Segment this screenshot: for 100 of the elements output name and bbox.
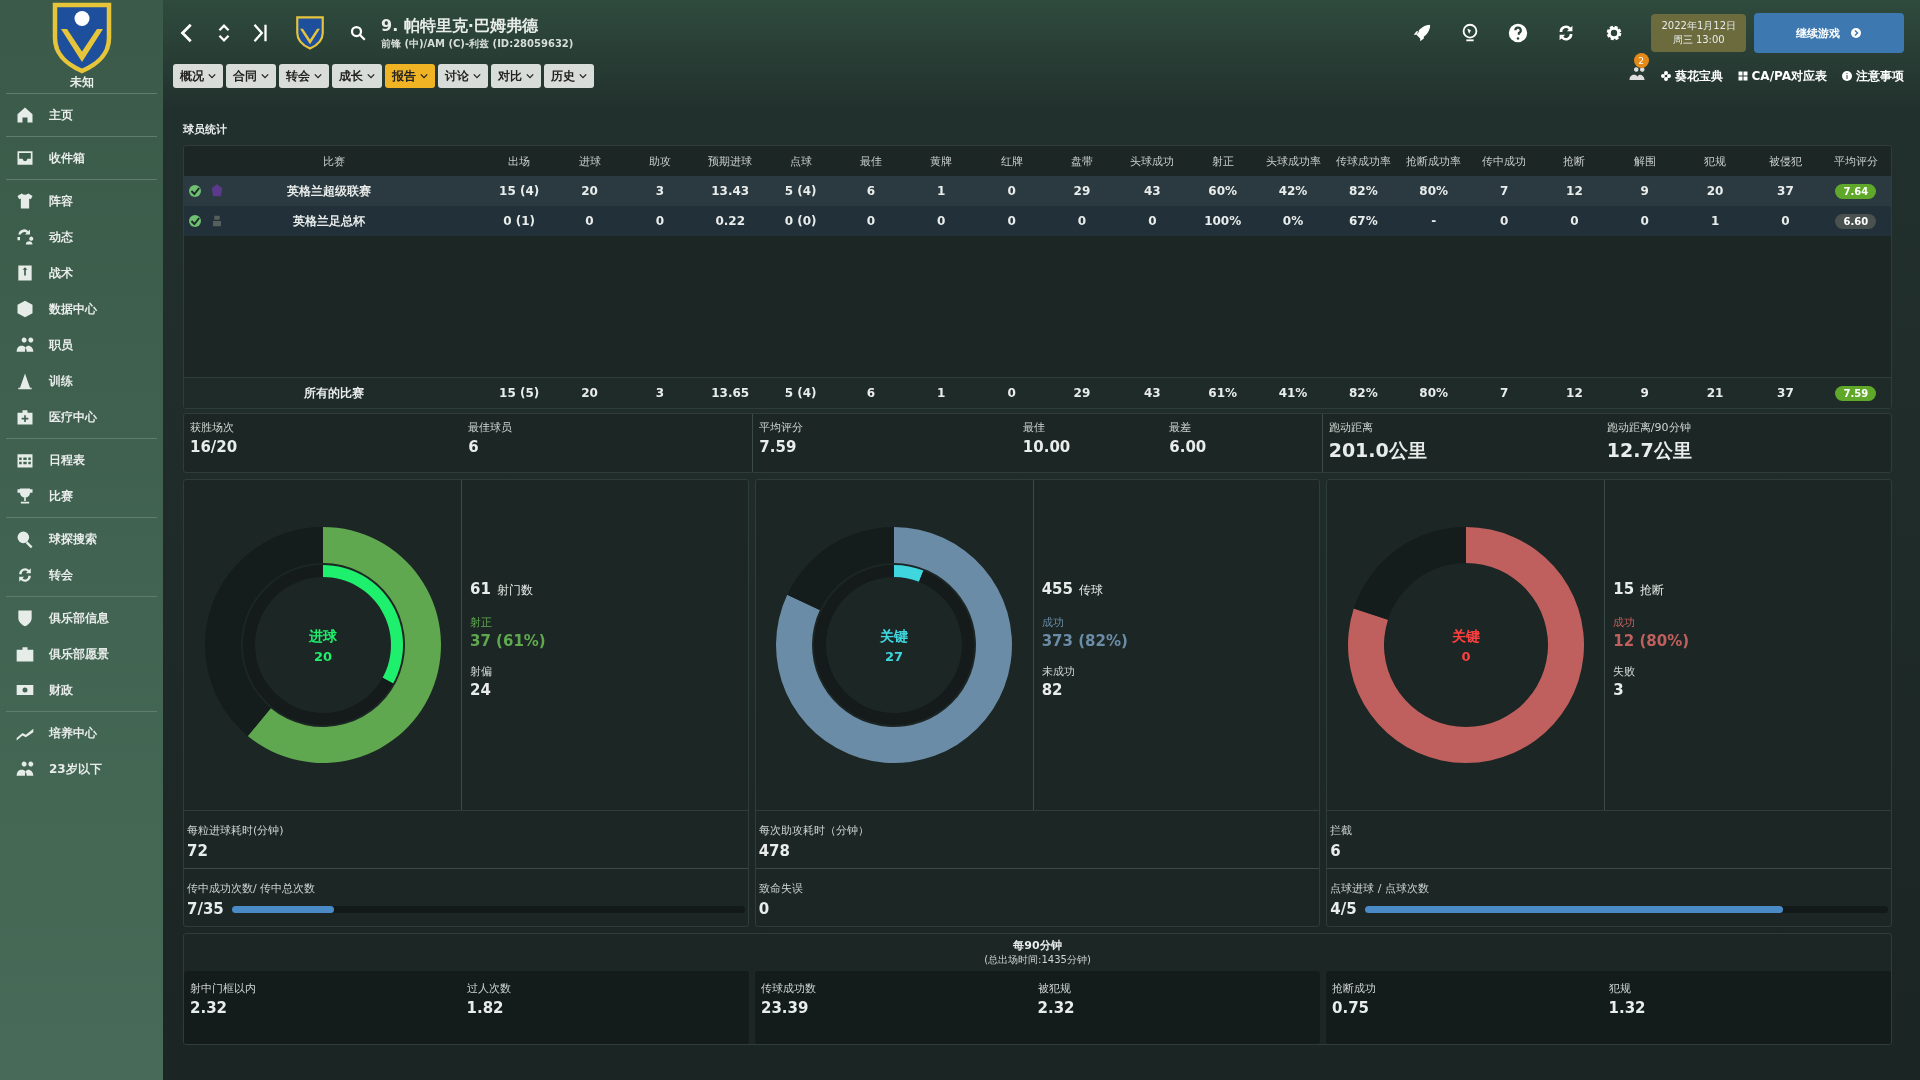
caret-icon bbox=[261, 73, 269, 79]
tab[interactable]: 成长 bbox=[332, 64, 382, 88]
table-cell-text: 3 bbox=[654, 386, 666, 400]
tab[interactable]: 讨论 bbox=[438, 64, 488, 88]
donut-value: 27 bbox=[885, 649, 904, 664]
tab[interactable]: 概况 bbox=[173, 64, 223, 88]
stat-value: 23.39 bbox=[761, 999, 810, 1017]
column-header[interactable]: 被侵犯 bbox=[1750, 153, 1821, 169]
tab[interactable]: 对比 bbox=[491, 64, 541, 88]
table-cell-text: 1 bbox=[1709, 214, 1721, 228]
header-link[interactable]: CA/PA对应表 bbox=[1736, 67, 1827, 85]
column-header[interactable]: 传球成功率 bbox=[1328, 153, 1399, 169]
table-cell-text: - bbox=[1430, 214, 1438, 228]
table-cell-text: 0% bbox=[1281, 214, 1305, 228]
column-header[interactable]: 助攻 bbox=[624, 153, 696, 169]
tab[interactable]: 历史 bbox=[544, 64, 594, 88]
column-header[interactable]: 抢断 bbox=[1539, 153, 1610, 169]
column-header[interactable]: 抢断成功率 bbox=[1398, 153, 1469, 169]
sidebar-item[interactable]: 战术 bbox=[6, 255, 157, 291]
table-cell-text: 9 bbox=[1639, 184, 1650, 198]
table-cell-text: 1 bbox=[936, 386, 947, 400]
column-header[interactable]: 比赛 bbox=[184, 153, 484, 169]
column-header[interactable]: 红牌 bbox=[976, 153, 1047, 169]
arrows-person-icon bbox=[15, 227, 35, 247]
sidebar-item[interactable]: 数据中心 bbox=[6, 291, 157, 327]
club-name: 未知 bbox=[69, 74, 94, 91]
people-icon[interactable] bbox=[1627, 65, 1646, 83]
table-cell-text: 0 bbox=[654, 214, 666, 228]
column-header[interactable]: 黄牌 bbox=[906, 153, 977, 169]
column-header[interactable]: 解围 bbox=[1609, 153, 1680, 169]
donut-value: 20 bbox=[313, 649, 332, 664]
column-header[interactable]: 头球成功 bbox=[1117, 153, 1188, 169]
column-header[interactable]: 犯规 bbox=[1679, 153, 1751, 169]
help-icon[interactable] bbox=[1507, 22, 1530, 44]
table-cell-text: 100% bbox=[1203, 214, 1243, 228]
sidebar-item[interactable]: 主页 bbox=[6, 97, 157, 133]
table-cell-text: 0 bbox=[1780, 214, 1791, 228]
tab[interactable]: 合同 bbox=[226, 64, 276, 88]
column-header[interactable]: 头球成功率 bbox=[1257, 153, 1329, 169]
sidebar-item[interactable]: 收件箱 bbox=[6, 140, 157, 176]
column-header[interactable]: 出场 bbox=[484, 153, 555, 169]
column-header[interactable]: 进球 bbox=[554, 153, 625, 169]
stat-label: 成功 bbox=[1613, 614, 1637, 630]
stat-value: 1.32 bbox=[1608, 999, 1647, 1017]
row-checkbox[interactable] bbox=[189, 215, 201, 227]
sidebar-item[interactable]: 俱乐部愿景 bbox=[6, 636, 157, 672]
column-header[interactable]: 点球 bbox=[765, 153, 836, 169]
sidebar-item[interactable]: 训练 bbox=[6, 363, 157, 399]
sidebar-item[interactable]: 转会 bbox=[6, 557, 157, 593]
table-cell-text: 82% bbox=[1348, 184, 1379, 198]
table-cell-text: 67% bbox=[1348, 214, 1379, 228]
table-cell-text: 英格兰超级联赛 bbox=[285, 182, 372, 200]
table-cell-text: 0 (1) bbox=[502, 214, 537, 228]
stat-value: 6 bbox=[468, 438, 480, 456]
stat-label: 最佳 bbox=[1022, 420, 1046, 435]
row-checkbox[interactable] bbox=[189, 185, 201, 197]
stat-label: 跑动距离/90分钟 bbox=[1606, 420, 1692, 435]
club-crest-icon bbox=[295, 16, 325, 50]
sidebar-item[interactable]: 俱乐部信息 bbox=[6, 600, 157, 636]
table-cell-text: 13.65 bbox=[710, 386, 751, 400]
search-icon[interactable] bbox=[349, 24, 367, 42]
sidebar-item[interactable]: 医疗中心 bbox=[6, 399, 157, 435]
notification-badge: 2 bbox=[1633, 53, 1649, 68]
sidebar-item[interactable]: 球探搜索 bbox=[6, 521, 157, 557]
header-link[interactable]: 葵花宝典 bbox=[1659, 67, 1723, 85]
table-cell-text: 0 (0) bbox=[783, 214, 818, 228]
sidebar-item[interactable]: 培养中心 bbox=[6, 715, 157, 751]
sidebar-item[interactable]: 阵容 bbox=[6, 183, 157, 219]
donut-value: 0 bbox=[1461, 649, 1471, 664]
sidebar-item[interactable]: 职员 bbox=[6, 327, 157, 363]
column-header[interactable]: 传中成功 bbox=[1468, 153, 1540, 169]
sidebar-item[interactable]: 动态 bbox=[6, 219, 157, 255]
header-link[interactable]: 注意事项 bbox=[1841, 67, 1904, 85]
table-cell-text: 0 bbox=[1639, 214, 1650, 228]
sidebar-item[interactable]: 比赛 bbox=[6, 478, 157, 514]
table-cell-text: 37 bbox=[1776, 386, 1795, 400]
column-header[interactable]: 平均评分 bbox=[1820, 153, 1891, 169]
continue-button[interactable]: 继续游戏 bbox=[1754, 13, 1904, 53]
table-cell-text: 0 bbox=[1006, 184, 1017, 198]
people-icon bbox=[15, 759, 35, 779]
column-header[interactable]: 射正 bbox=[1187, 153, 1258, 169]
column-header[interactable]: 盘带 bbox=[1046, 153, 1118, 169]
table-cell-text: 21 bbox=[1705, 386, 1725, 400]
stat-value: 6 bbox=[1330, 842, 1342, 860]
shield-icon bbox=[15, 608, 35, 628]
column-header[interactable]: 预期进球 bbox=[695, 153, 766, 169]
table-cell-text: 6 bbox=[865, 184, 877, 198]
sidebar-item[interactable]: 23岁以下 bbox=[6, 751, 157, 787]
sidebar-item[interactable]: 财政 bbox=[6, 672, 157, 708]
player-position: 前锋 (中)/AM (C)-利兹 (ID:28059632) bbox=[381, 36, 574, 51]
stat-value: 10.00 bbox=[1022, 438, 1072, 456]
sidebar-item[interactable]: 日程表 bbox=[6, 442, 157, 478]
column-header[interactable]: 最佳 bbox=[835, 153, 907, 169]
caret-icon bbox=[526, 73, 534, 79]
stat-label: 犯规 bbox=[1608, 981, 1632, 996]
caret-icon bbox=[579, 73, 587, 79]
stat-value: 4/5 bbox=[1330, 900, 1357, 918]
tab[interactable]: 转会 bbox=[279, 64, 329, 88]
tab[interactable]: 报告 bbox=[385, 64, 435, 88]
table-cell-text: 12 bbox=[1565, 184, 1584, 198]
